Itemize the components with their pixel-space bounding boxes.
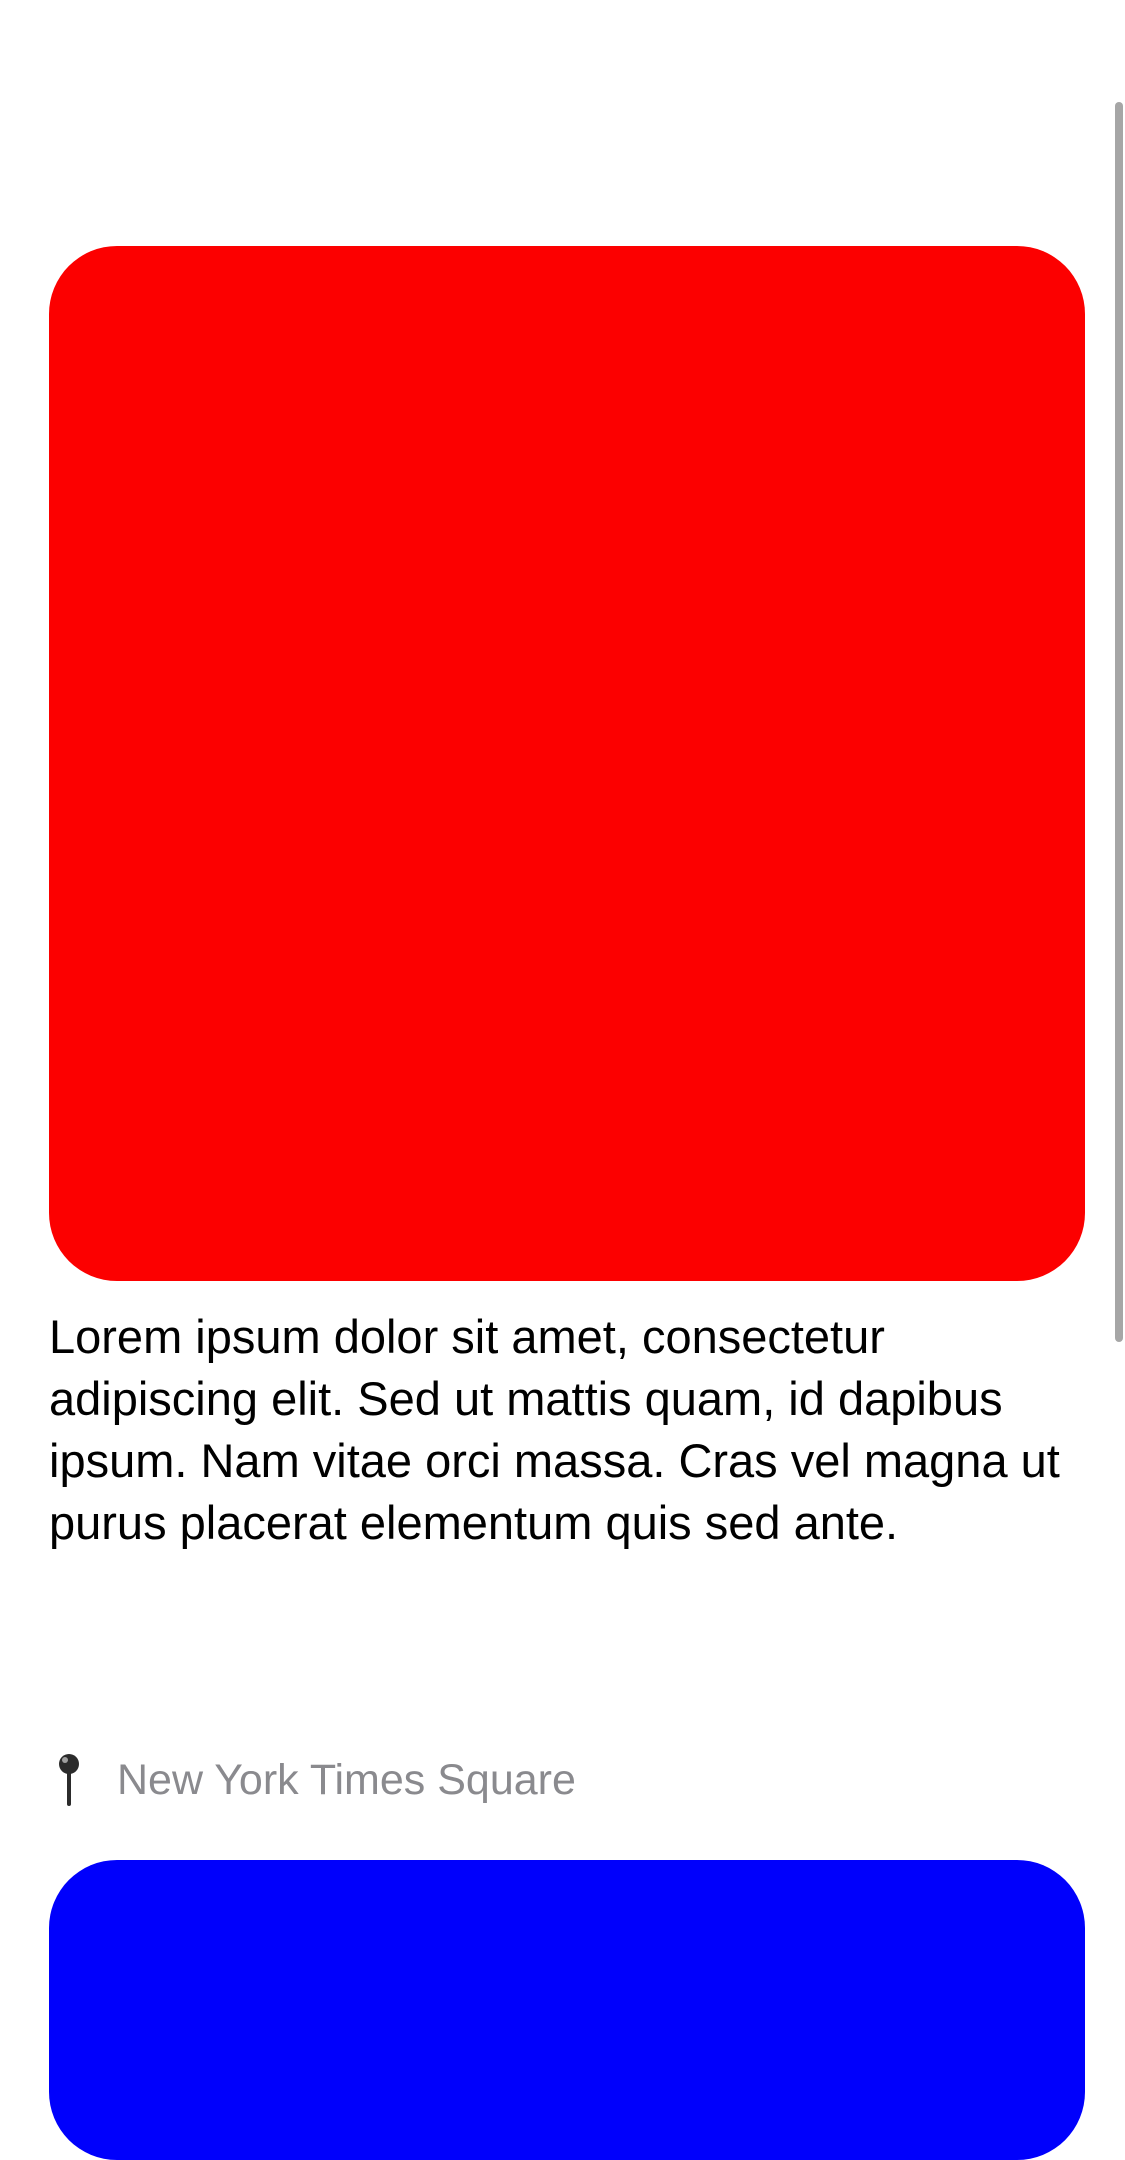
feed-scroll-area[interactable]: Lorem ipsum dolor sit amet, consectetur … [0,0,1125,2160]
post-image[interactable] [49,246,1085,1281]
post-caption: Lorem ipsum dolor sit amet, consectetur … [49,1310,1060,1549]
vertical-scrollbar[interactable] [1115,102,1123,1342]
post-location[interactable]: New York Times Square [49,1745,576,1815]
next-post-image[interactable] [49,1860,1085,2160]
map-pin-icon [59,1754,79,1806]
post-location-label: New York Times Square [117,1755,576,1804]
